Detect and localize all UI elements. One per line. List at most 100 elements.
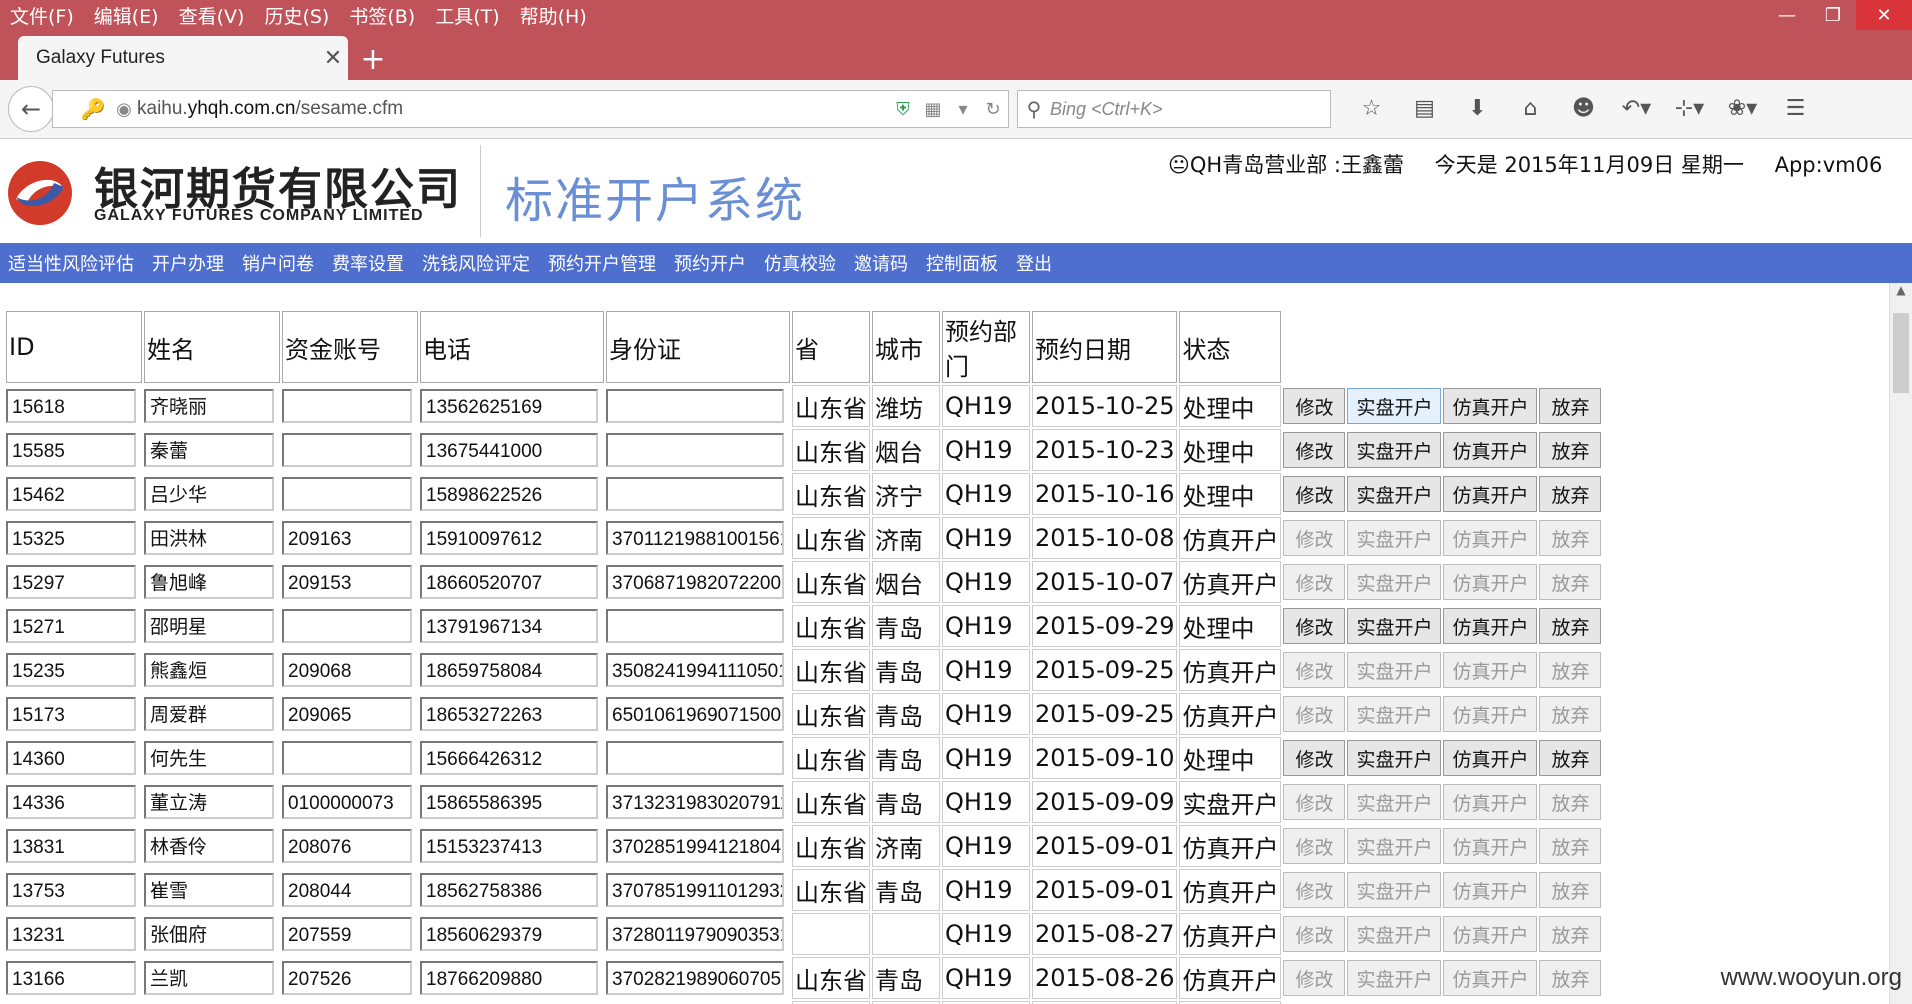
- abandon-button[interactable]: 放弃: [1539, 608, 1602, 644]
- account-field[interactable]: [282, 477, 412, 511]
- account-field[interactable]: 208044: [282, 873, 412, 907]
- nav-link[interactable]: 预约开户: [666, 250, 756, 276]
- idcard-field[interactable]: [606, 433, 784, 467]
- id-field[interactable]: 13831: [6, 829, 136, 863]
- name-field[interactable]: 林香伶: [144, 829, 274, 863]
- reader-icon[interactable]: ▤: [1398, 96, 1451, 121]
- phone-field[interactable]: 15910097612: [420, 521, 598, 555]
- phone-field[interactable]: 13675441000: [420, 433, 598, 467]
- download-icon[interactable]: ⬇: [1451, 96, 1504, 121]
- nav-link[interactable]: 邀请码: [846, 250, 918, 276]
- crop-icon[interactable]: ⊹▾: [1663, 96, 1716, 121]
- idcard-field[interactable]: 370285199412180423: [606, 829, 784, 863]
- id-field[interactable]: 15235: [6, 653, 136, 687]
- live-open-button[interactable]: 实盘开户: [1347, 476, 1442, 512]
- close-window-icon[interactable]: ✕: [1856, 0, 1912, 30]
- key-icon[interactable]: 🔑: [75, 97, 111, 121]
- chat-icon[interactable]: ☻: [1557, 96, 1610, 121]
- menu-item[interactable]: 书签(B): [339, 2, 425, 29]
- bug-icon[interactable]: ❀▾: [1716, 96, 1769, 121]
- edit-button[interactable]: 修改: [1283, 388, 1346, 424]
- phone-field[interactable]: 18766209880: [420, 961, 598, 995]
- maximize-icon[interactable]: ❐: [1810, 0, 1856, 30]
- live-open-button[interactable]: 实盘开户: [1347, 740, 1442, 776]
- account-field[interactable]: 0100000073: [282, 785, 412, 819]
- name-field[interactable]: 秦蕾: [144, 433, 274, 467]
- phone-field[interactable]: 18560629379: [420, 917, 598, 951]
- idcard-field[interactable]: 370687198207220035: [606, 565, 784, 599]
- idcard-field[interactable]: [606, 609, 784, 643]
- account-field[interactable]: 208076: [282, 829, 412, 863]
- nav-link[interactable]: 登出: [1008, 250, 1062, 276]
- id-field[interactable]: 13166: [6, 961, 136, 995]
- menu-item[interactable]: 历史(S): [254, 2, 339, 29]
- abandon-button[interactable]: 放弃: [1539, 476, 1602, 512]
- abandon-button[interactable]: 放弃: [1539, 432, 1602, 468]
- sim-open-button[interactable]: 仿真开户: [1443, 608, 1538, 644]
- browser-tab[interactable]: Galaxy Futures ✕: [18, 36, 348, 80]
- idcard-field[interactable]: [606, 741, 784, 775]
- menu-item[interactable]: 查看(V): [169, 2, 255, 29]
- account-field[interactable]: 209153: [282, 565, 412, 599]
- qrcode-icon[interactable]: ▦: [918, 99, 948, 120]
- name-field[interactable]: 兰凯: [144, 961, 274, 995]
- edit-button[interactable]: 修改: [1283, 432, 1346, 468]
- id-field[interactable]: 15271: [6, 609, 136, 643]
- nav-link[interactable]: 适当性风险评估: [0, 250, 144, 276]
- home-icon[interactable]: ⌂: [1504, 96, 1557, 121]
- id-field[interactable]: 15585: [6, 433, 136, 467]
- idcard-field[interactable]: 350824199411105014: [606, 653, 784, 687]
- abandon-button[interactable]: 放弃: [1539, 740, 1602, 776]
- nav-link[interactable]: 开户办理: [144, 250, 234, 276]
- idcard-field[interactable]: 37028219890607052X: [606, 961, 784, 995]
- phone-field[interactable]: 15666426312: [420, 741, 598, 775]
- id-field[interactable]: 15462: [6, 477, 136, 511]
- phone-field[interactable]: 13562625169: [420, 389, 598, 423]
- id-field[interactable]: 15618: [6, 389, 136, 423]
- nav-link[interactable]: 仿真校验: [756, 250, 846, 276]
- id-field[interactable]: 15173: [6, 697, 136, 731]
- star-icon[interactable]: ☆: [1345, 96, 1398, 121]
- account-field[interactable]: [282, 741, 412, 775]
- idcard-field[interactable]: [606, 389, 784, 423]
- phone-field[interactable]: 13791967134: [420, 609, 598, 643]
- menu-item[interactable]: 帮助(H): [510, 2, 597, 29]
- dropdown-arrow-icon[interactable]: ▾: [948, 99, 978, 120]
- undo-icon[interactable]: ↶▾: [1610, 96, 1663, 121]
- nav-link[interactable]: 预约开户管理: [540, 250, 666, 276]
- live-open-button[interactable]: 实盘开户: [1347, 432, 1442, 468]
- scrollbar-thumb[interactable]: [1893, 313, 1909, 393]
- page-scrollbar[interactable]: ▲: [1889, 283, 1912, 1004]
- idcard-field[interactable]: 37011219881001561X: [606, 521, 784, 555]
- edit-button[interactable]: 修改: [1283, 740, 1346, 776]
- phone-field[interactable]: 18660520707: [420, 565, 598, 599]
- live-open-button[interactable]: 实盘开户: [1347, 608, 1442, 644]
- name-field[interactable]: 吕少华: [144, 477, 274, 511]
- name-field[interactable]: 邵明星: [144, 609, 274, 643]
- menu-item[interactable]: 工具(T): [425, 2, 509, 29]
- id-field[interactable]: 13231: [6, 917, 136, 951]
- account-field[interactable]: 209163: [282, 521, 412, 555]
- scroll-up-icon[interactable]: ▲: [1890, 283, 1912, 305]
- name-field[interactable]: 何先生: [144, 741, 274, 775]
- id-field[interactable]: 15325: [6, 521, 136, 555]
- sim-open-button[interactable]: 仿真开户: [1443, 740, 1538, 776]
- account-field[interactable]: 209065: [282, 697, 412, 731]
- close-tab-icon[interactable]: ✕: [318, 46, 348, 71]
- phone-field[interactable]: 15898622526: [420, 477, 598, 511]
- name-field[interactable]: 张佃府: [144, 917, 274, 951]
- url-text[interactable]: kaihu.yhqh.com.cn/sesame.cfm: [137, 98, 888, 120]
- account-field[interactable]: 207526: [282, 961, 412, 995]
- idcard-field[interactable]: 371323198302079116: [606, 785, 784, 819]
- name-field[interactable]: 董立涛: [144, 785, 274, 819]
- search-box[interactable]: ⚲ Bing <Ctrl+K>: [1017, 90, 1331, 128]
- minimize-icon[interactable]: —: [1764, 0, 1810, 30]
- sim-open-button[interactable]: 仿真开户: [1443, 432, 1538, 468]
- phone-field[interactable]: 15153237413: [420, 829, 598, 863]
- idcard-field[interactable]: [606, 477, 784, 511]
- back-arrow-icon[interactable]: ←: [8, 86, 54, 132]
- account-field[interactable]: 207559: [282, 917, 412, 951]
- nav-link[interactable]: 洗钱风险评定: [414, 250, 540, 276]
- nav-link[interactable]: 控制面板: [918, 250, 1008, 276]
- address-bar[interactable]: 🔑 ◉ kaihu.yhqh.com.cn/sesame.cfm ⛨ ▦ ▾ ↻: [52, 90, 1009, 128]
